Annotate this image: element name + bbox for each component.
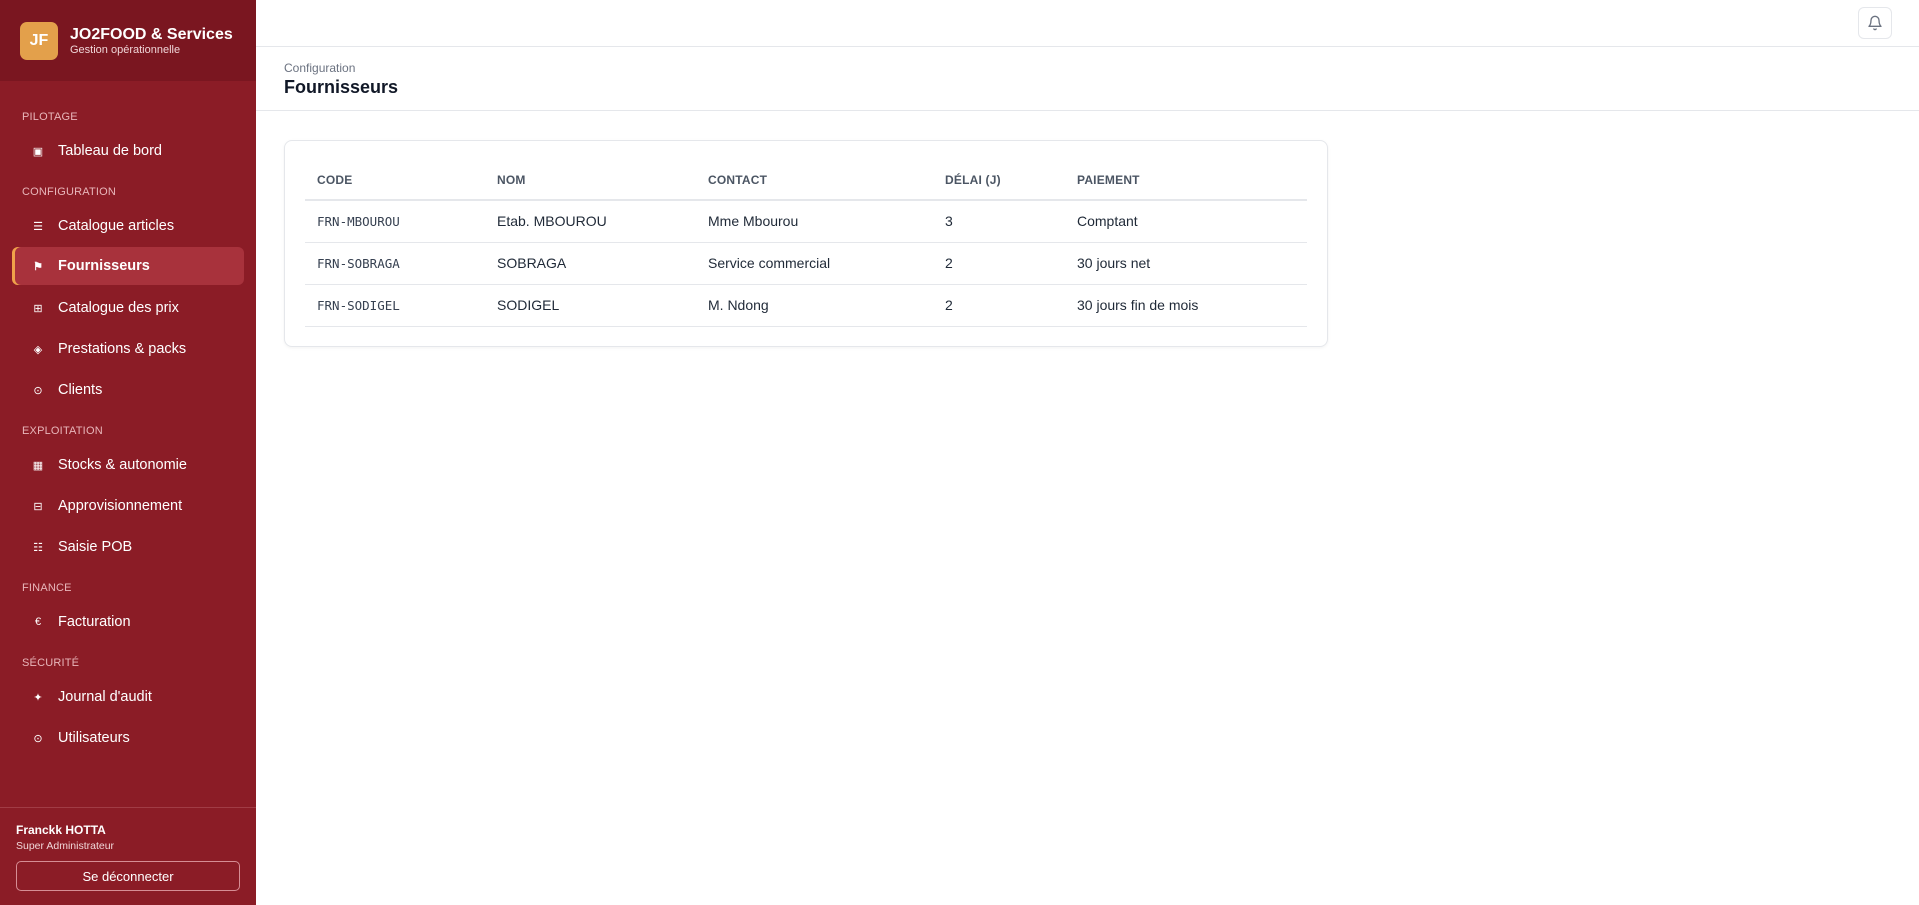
sidebar-item-label: Facturation [58,614,131,630]
sidebar-item-tableau-de-bord[interactable]: ▣ Tableau de bord [12,132,244,170]
checklist-icon: ☷ [33,541,43,554]
sidebar-item-label: Catalogue articles [58,218,175,234]
cell-delai: 2 [933,284,1065,327]
sidebar-item-journal-audit[interactable]: ✦ Journal d'audit [12,678,244,716]
cell-delai: 3 [933,200,1065,243]
cell-contact: Mme Mbourou [696,200,933,243]
bell-icon [1868,15,1882,31]
sidebar-item-saisie-pob[interactable]: ☷ Saisie POB [12,528,244,566]
sidebar-item-label: Tableau de bord [58,143,162,159]
sidebar-item-fournisseurs[interactable]: ⚑ Fournisseurs [12,247,244,285]
sidebar-item-label: Fournisseurs [58,258,150,274]
cell-nom: SOBRAGA [485,242,696,285]
cell-contact: Service commercial [696,242,933,285]
flag-icon: ⚑ [33,260,43,273]
cell-paiement: Comptant [1065,200,1307,243]
euro-icon: € [34,616,42,628]
suppliers-table: CODE NOM CONTACT DÉLAI (J) PAIEMENT FRN-… [305,161,1307,327]
cell-paiement: 30 jours net [1065,242,1307,285]
brand-header: JF JO2FOOD & Services Gestion opérationn… [0,0,256,81]
suppliers-card: CODE NOM CONTACT DÉLAI (J) PAIEMENT FRN-… [284,140,1328,347]
breadcrumb[interactable]: Configuration [284,61,355,75]
brand-subtitle: Gestion opérationnelle [70,43,181,56]
cell-code: FRN-MBOUROU [305,200,485,243]
sidebar: JF JO2FOOD & Services Gestion opérationn… [0,0,256,905]
sidebar-item-label: Journal d'audit [58,689,152,705]
sidebar-item-label: Stocks & autonomie [58,457,187,473]
column-header-paiement[interactable]: PAIEMENT [1065,161,1307,201]
list-icon: ☰ [33,220,43,233]
box-icon: ⊟ [33,500,43,513]
sidebar-item-label: Approvisionnement [58,498,183,514]
user-circle-icon: ⊙ [33,732,43,745]
column-header-delai[interactable]: DÉLAI (J) [933,161,1065,201]
cell-nom: Etab. MBOUROU [485,200,696,243]
cell-contact: M. Ndong [696,284,933,327]
column-header-code[interactable]: CODE [305,161,485,201]
section-exploitation: EXPLOITATION [22,425,103,437]
circle-icon: ⊙ [33,384,43,397]
sidebar-item-label: Saisie POB [58,539,133,555]
sidebar-item-label: Clients [58,382,103,398]
brand-logo: JF [20,21,58,60]
stock-icon: ▦ [32,459,44,472]
table-header-row: CODE NOM CONTACT DÉLAI (J) PAIEMENT [305,161,1307,201]
cell-paiement: 30 jours fin de mois [1065,284,1307,327]
cell-code: FRN-SODIGEL [305,284,485,327]
section-finance: FINANCE [22,582,72,594]
page-title: Fournisseurs [284,77,399,97]
sidebar-item-prestations-packs[interactable]: ◈ Prestations & packs [12,330,244,368]
table-row[interactable]: FRN-MBOUROU Etab. MBOUROU Mme Mbourou 3 … [305,200,1307,243]
cell-delai: 2 [933,242,1065,285]
table-row[interactable]: FRN-SODIGEL SODIGEL M. Ndong 2 30 jours … [305,284,1307,327]
sidebar-item-clients[interactable]: ⊙ Clients [12,371,244,409]
cell-code: FRN-SOBRAGA [305,242,485,285]
sidebar-item-utilisateurs[interactable]: ⊙ Utilisateurs [12,719,244,757]
user-role: Super Administrateur [16,840,115,852]
sidebar-item-label: Utilisateurs [58,730,130,746]
sidebar-item-catalogue-articles[interactable]: ☰ Catalogue articles [12,207,244,245]
sidebar-item-label: Prestations & packs [58,341,187,357]
section-pilotage: PILOTAGE [22,111,78,123]
table-row[interactable]: FRN-SOBRAGA SOBRAGA Service commercial 2… [305,242,1307,285]
grid-icon: ⊞ [33,302,43,315]
spark-icon: ✦ [33,691,43,704]
top-bar [256,0,1919,47]
column-header-nom[interactable]: NOM [485,161,696,201]
sidebar-item-facturation[interactable]: € Facturation [12,603,244,641]
section-configuration: CONFIGURATION [22,186,117,198]
dashboard-icon: ▣ [32,145,44,158]
user-name: Franckk HOTTA [16,823,106,837]
column-header-contact[interactable]: CONTACT [696,161,933,201]
sidebar-item-catalogue-des-prix[interactable]: ⊞ Catalogue des prix [12,289,244,327]
brand-title: JO2FOOD & Services [70,25,233,43]
page-header: Configuration Fournisseurs [256,48,1919,111]
diamond-icon: ◈ [33,343,43,356]
section-securite: SÉCURITÉ [22,657,80,669]
logout-button[interactable]: Se déconnecter [16,861,240,891]
notifications-button[interactable] [1858,7,1892,39]
sidebar-item-approvisionnement[interactable]: ⊟ Approvisionnement [12,487,244,525]
cell-nom: SODIGEL [485,284,696,327]
sidebar-item-stocks[interactable]: ▦ Stocks & autonomie [12,446,244,484]
user-block: Franckk HOTTA Super Administrateur Se dé… [0,807,256,905]
sidebar-item-label: Catalogue des prix [58,300,179,316]
